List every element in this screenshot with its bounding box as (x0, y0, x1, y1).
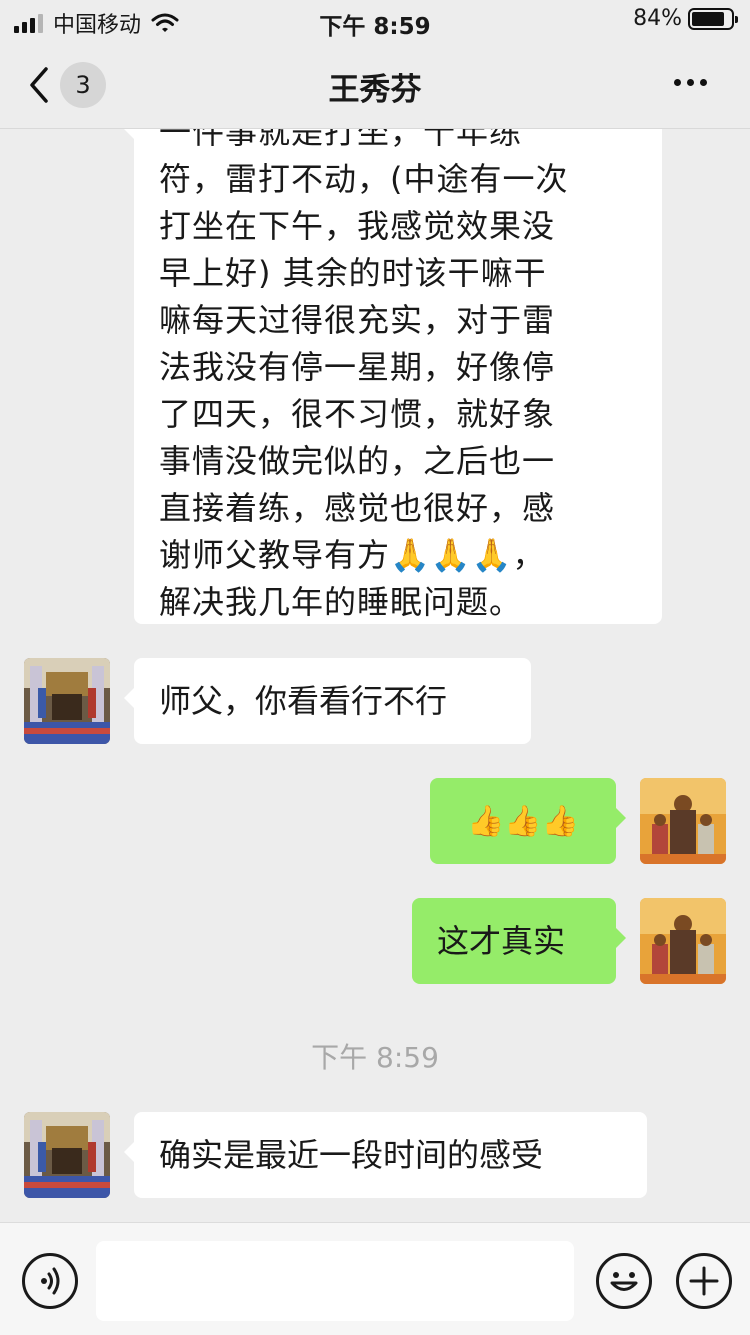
contact-avatar[interactable] (24, 658, 110, 744)
my-avatar[interactable] (640, 898, 726, 984)
more-button[interactable] (674, 70, 714, 94)
message-input[interactable] (96, 1241, 574, 1321)
emoji-message: 👍👍👍 (466, 803, 580, 839)
my-avatar[interactable] (640, 778, 726, 864)
voice-icon (41, 1267, 60, 1295)
status-bar: 中国移动 下午 8:59 84% (0, 0, 750, 40)
contact-avatar[interactable] (24, 1112, 110, 1198)
voice-button[interactable] (22, 1253, 78, 1309)
message-timestamp: 下午 8:59 (311, 1041, 439, 1074)
chat-header: 3 王秀芬 (0, 40, 750, 129)
battery-icon (688, 7, 738, 30)
message-bubble-sent[interactable]: 这才真实 (412, 898, 626, 984)
add-icon (689, 1266, 719, 1296)
message-bubble-received[interactable]: 一件事就是打坐，十年练 符，雷打不动，(中途有一次 打坐在下午，我感觉效果没 早… (124, 129, 662, 624)
message-text: 一件事就是打坐，十年练 符，雷打不动，(中途有一次 打坐在下午，我感觉效果没 早… (159, 129, 569, 621)
chat-title: 王秀芬 (328, 72, 422, 108)
message-text: 这才真实 (437, 922, 566, 960)
emoji-button[interactable] (596, 1253, 652, 1309)
message-bubble-received[interactable]: 确实是最近一段时间的感受 (124, 1112, 647, 1198)
message-bubble-sent[interactable]: 👍👍👍 (430, 778, 626, 864)
emoji-icon (610, 1272, 638, 1291)
battery-percent: 84% (633, 6, 682, 31)
add-button[interactable] (676, 1253, 732, 1309)
message-text: 师父，你看看行不行 (159, 682, 448, 720)
chat-area[interactable]: 一件事就是打坐，十年练 符，雷打不动，(中途有一次 打坐在下午，我感觉效果没 早… (0, 129, 750, 1222)
message-text: 确实是最近一段时间的感受 (159, 1136, 544, 1174)
more-icon (674, 78, 681, 86)
input-bar (0, 1222, 750, 1335)
message-bubble-received[interactable]: 师父，你看看行不行 (124, 658, 531, 744)
